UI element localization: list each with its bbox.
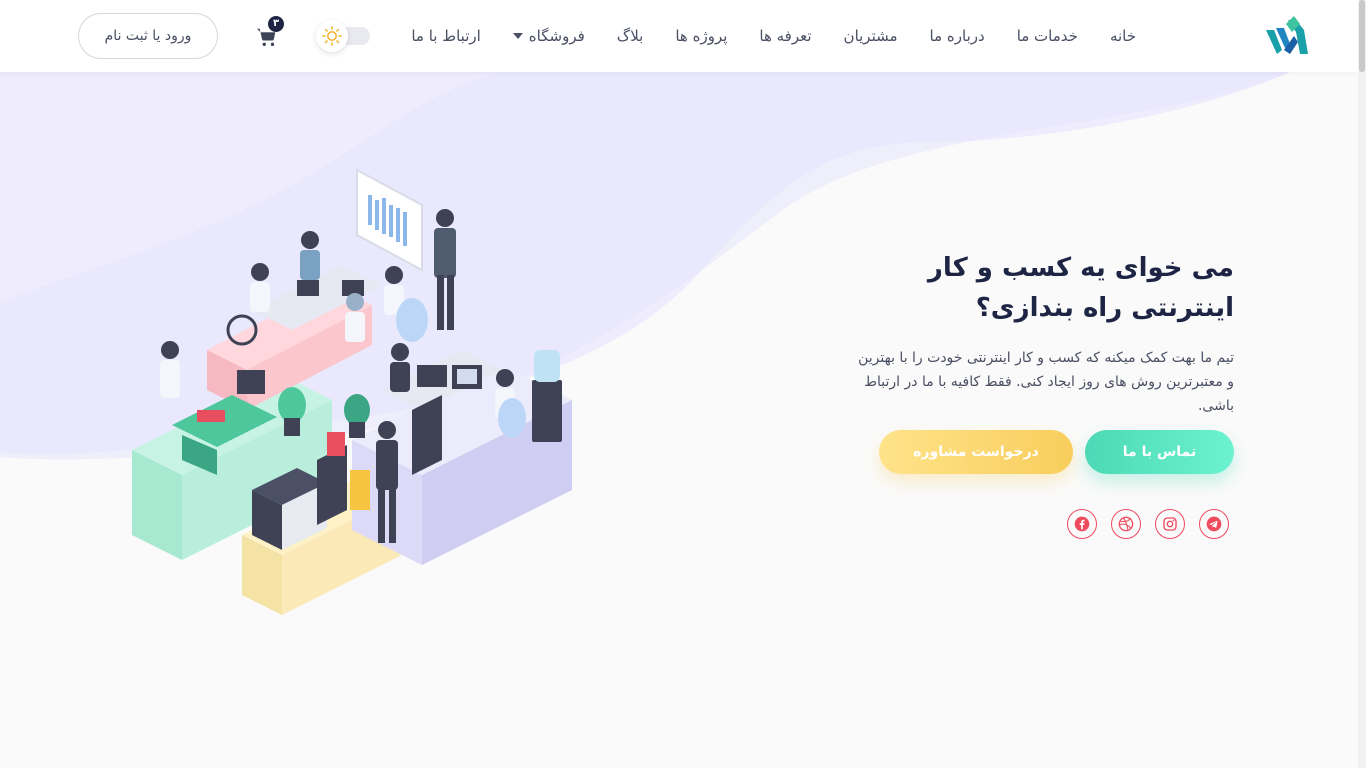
brand-logo[interactable] [1264, 14, 1308, 58]
nav-label: تعرفه ها [759, 27, 812, 45]
sun-icon [322, 26, 342, 46]
toggle-knob [316, 20, 348, 52]
dribbble-link[interactable] [1111, 509, 1141, 539]
caret-down-icon [512, 33, 523, 39]
social-links [1067, 509, 1229, 539]
main-nav: خانه خدمات ما درباره ما مشتریان تعرفه ها… [411, 0, 1136, 72]
telegram-link[interactable] [1199, 509, 1229, 539]
nav-label: فروشگاه [528, 27, 585, 45]
team-office-illustration [132, 168, 572, 615]
nav-label: ارتباط با ما [411, 27, 481, 45]
cart-count-badge: ۳ [268, 16, 284, 32]
nav-label: خانه [1109, 27, 1136, 45]
request-consultation-button[interactable]: درخواست مشاوره [879, 430, 1073, 474]
nav-item-shop[interactable]: فروشگاه [512, 27, 585, 45]
nav-item-services[interactable]: خدمات ما [1017, 27, 1078, 45]
hero-title-line-2: اینترنتی راه بندازی؟ [975, 293, 1234, 323]
nav-item-home[interactable]: خانه [1110, 27, 1136, 45]
login-register-button[interactable]: ورود یا ثبت نام [78, 13, 218, 59]
nav-label: درباره ما [929, 27, 985, 45]
page-scrollbar[interactable] [1358, 0, 1366, 768]
instagram-link[interactable] [1155, 509, 1185, 539]
nav-item-contact[interactable]: ارتباط با ما [411, 27, 480, 45]
nav-item-about[interactable]: درباره ما [930, 27, 985, 45]
instagram-icon [1163, 517, 1177, 531]
hero-title: می خوای یه کسب و کار اینترنتی راه بندازی… [854, 248, 1234, 328]
facebook-link[interactable] [1067, 509, 1097, 539]
hero-description: تیم ما بهت کمک میکنه که کسب و کار اینترن… [858, 350, 1234, 414]
theme-toggle[interactable] [316, 20, 370, 52]
nav-item-blog[interactable]: بلاگ [617, 27, 644, 45]
scrollbar-thumb[interactable] [1359, 0, 1365, 72]
contact-us-button[interactable]: تماس با ما [1085, 430, 1234, 474]
nav-label: بلاگ [616, 27, 644, 45]
site-header: خانه خدمات ما درباره ما مشتریان تعرفه ها… [0, 0, 1358, 72]
hero-title-line-1: می خوای یه کسب و کار [927, 253, 1234, 283]
dribbble-icon [1118, 516, 1134, 532]
telegram-icon [1206, 516, 1222, 532]
nav-item-projects[interactable]: پروژه ها [675, 27, 727, 45]
nav-label: خدمات ما [1016, 27, 1078, 45]
cart-button[interactable]: ۳ [256, 16, 286, 50]
nav-label: مشتریان [843, 27, 898, 45]
facebook-icon [1074, 516, 1090, 532]
nav-item-customers[interactable]: مشتریان [844, 27, 898, 45]
hero-section: می خوای یه کسب و کار اینترنتی راه بندازی… [854, 248, 1234, 418]
nav-item-pricing[interactable]: تعرفه ها [759, 27, 811, 45]
hero-buttons: تماس با ما درخواست مشاوره [879, 430, 1234, 474]
nav-label: پروژه ها [675, 27, 728, 45]
